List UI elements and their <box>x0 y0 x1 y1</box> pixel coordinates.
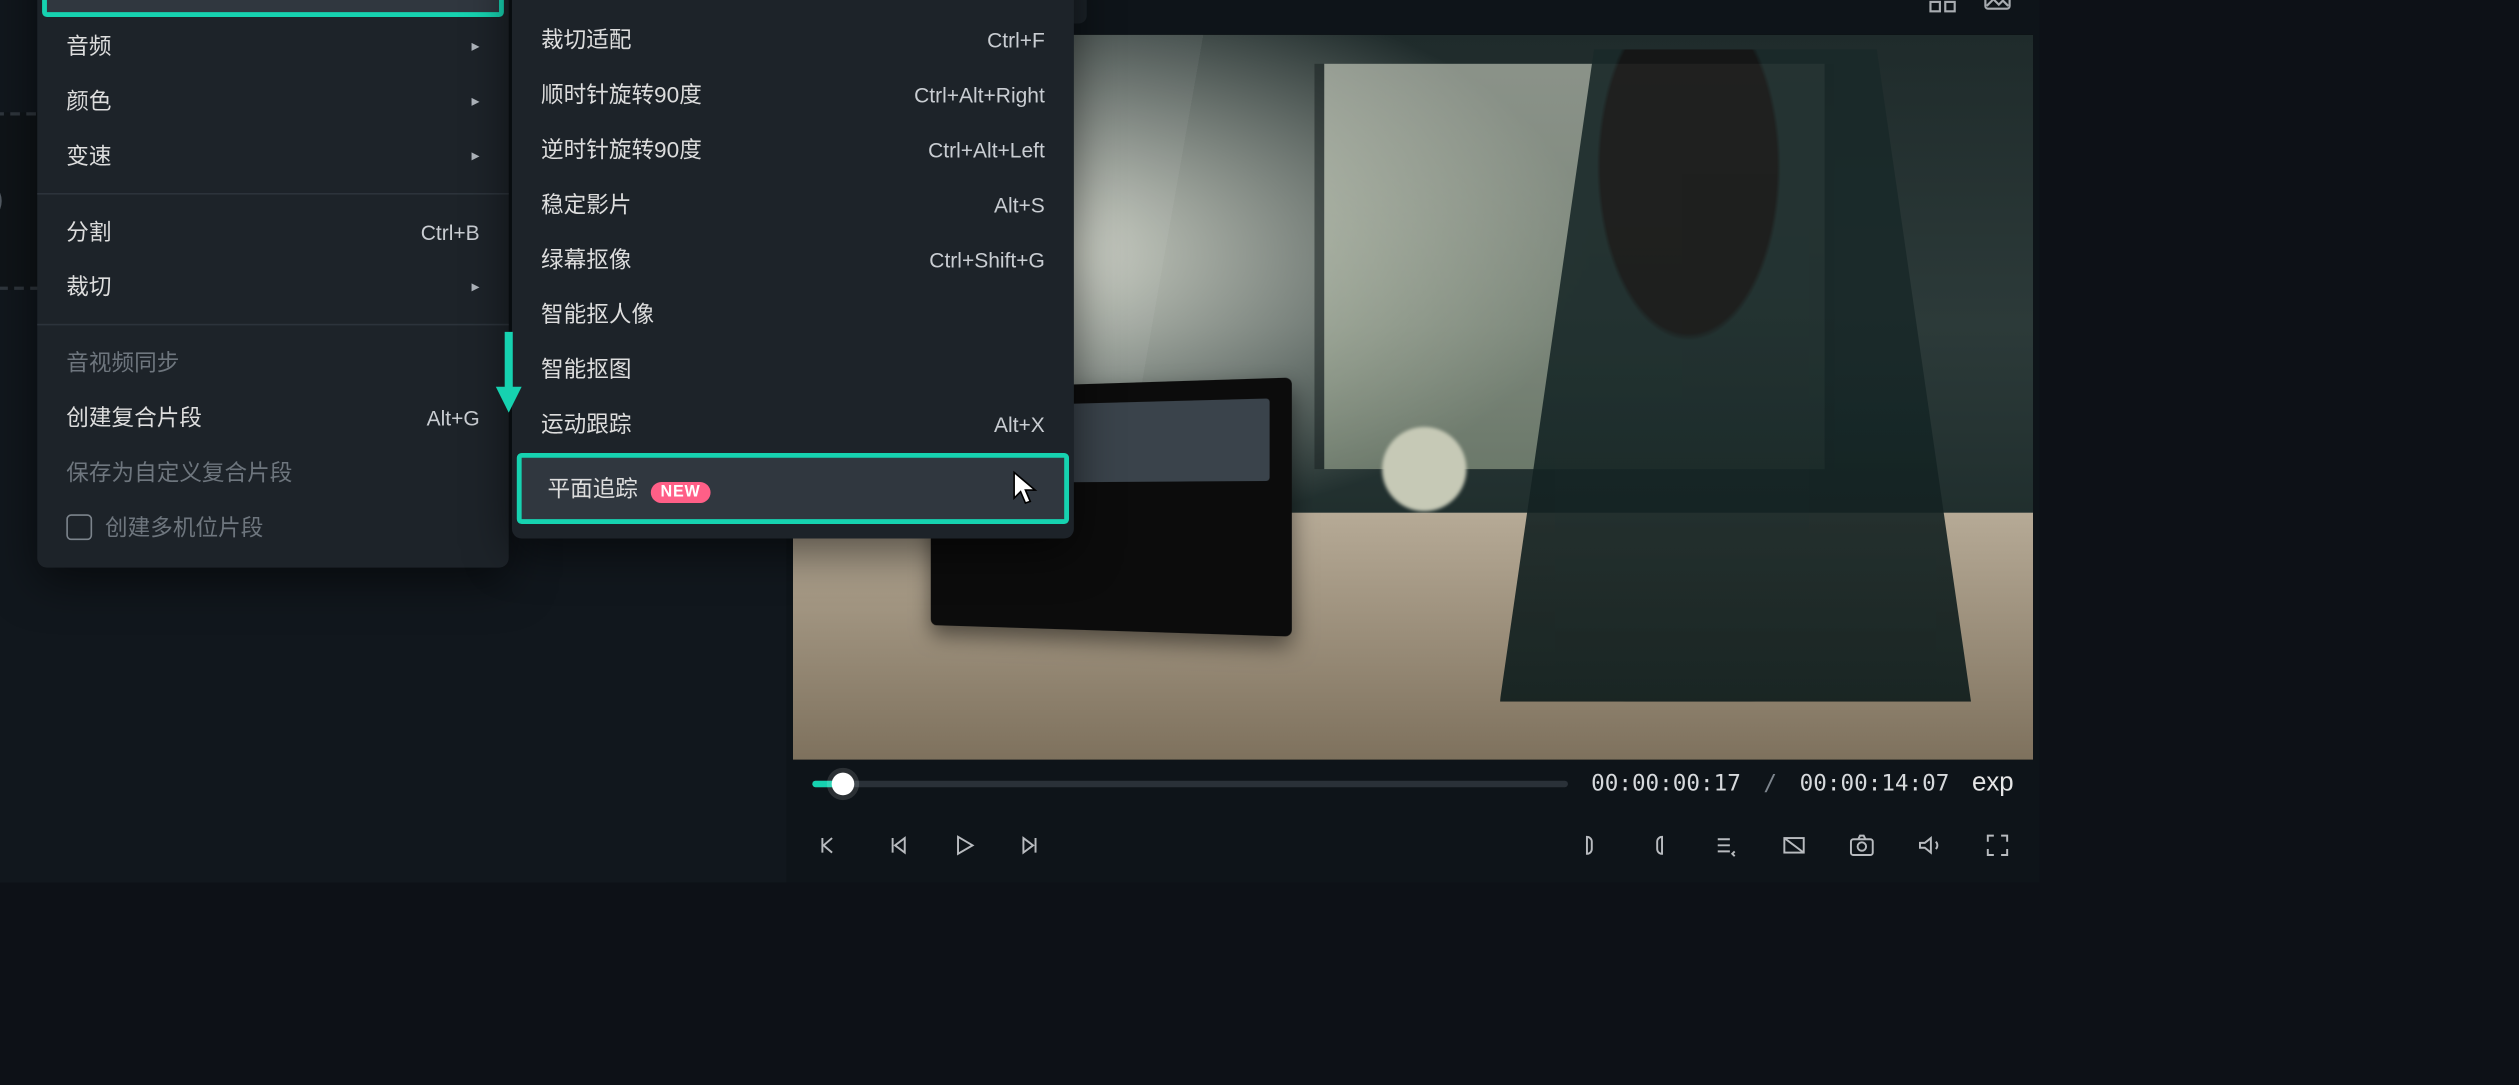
time-sep: / <box>1763 771 1777 797</box>
dd-rotate-cw[interactable]: 顺时针旋转90度Ctrl+Alt+Right <box>512 67 1074 122</box>
dd-stabilize[interactable]: 稳定影片Alt+S <box>512 177 1074 232</box>
list-icon[interactable] <box>1710 829 1742 861</box>
dd-greenscreen[interactable]: 绿幕抠像Ctrl+Shift+G <box>512 232 1074 287</box>
progress-bar[interactable] <box>812 781 1568 787</box>
mark-in-icon[interactable] <box>1574 829 1606 861</box>
time-duration: 00:00:14:07 <box>1800 771 1950 797</box>
mark-out-icon[interactable] <box>1642 829 1674 861</box>
dd-ai-cutout[interactable]: 智能抠图 <box>512 342 1074 397</box>
new-badge: NEW <box>651 482 710 503</box>
dd-multicam: 创建多机位片段 <box>37 500 508 555</box>
grid-view-icon[interactable] <box>1926 0 1958 15</box>
volume-icon[interactable] <box>1914 829 1946 861</box>
dd-av-sync: 音视频同步 <box>37 335 508 390</box>
fullscreen-icon[interactable] <box>1981 829 2013 861</box>
player-controls <box>786 808 2039 882</box>
dd-crop[interactable]: 裁切▸ <box>37 259 508 314</box>
progress-row: 00:00:00:17 / 00:00:14:07 exp <box>786 760 2039 808</box>
dd-video[interactable]: 视频▸ <box>42 0 504 17</box>
dd-motion-track[interactable]: 运动跟踪Alt+X <box>512 396 1074 451</box>
dd-create-compound[interactable]: 创建复合片段Alt+G <box>37 390 508 445</box>
tools-menu-dropdown: 选择全部文本 视频▸ 音频▸ 颜色▸ 变速▸ 分割Ctrl+B 裁切▸ 音视频同… <box>37 0 508 568</box>
step-forward-icon[interactable] <box>1016 829 1048 861</box>
step-back-icon[interactable] <box>880 829 912 861</box>
picture-icon[interactable] <box>1981 0 2013 15</box>
prev-frame-icon[interactable] <box>812 829 844 861</box>
progress-knob[interactable] <box>831 773 854 796</box>
video-submenu-dropdown: 裁剪和缩放Alt+C 裁切适配Ctrl+F 顺时针旋转90度Ctrl+Alt+R… <box>512 0 1074 539</box>
snapshot-icon[interactable] <box>1846 829 1878 861</box>
dd-rotate-ccw[interactable]: 逆时针旋转90度Ctrl+Alt+Left <box>512 122 1074 177</box>
dd-audio[interactable]: 音频▸ <box>37 19 508 74</box>
plus-icon: + <box>0 180 2 222</box>
dd-planar-track[interactable]: 平面追踪NEW <box>517 453 1069 524</box>
dd-fit[interactable]: 裁切适配Ctrl+F <box>512 12 1074 67</box>
dd-split[interactable]: 分割Ctrl+B <box>37 204 508 259</box>
dd-color[interactable]: 颜色▸ <box>37 73 508 128</box>
multicam-icon <box>66 514 92 540</box>
cursor-icon <box>1013 471 1039 507</box>
dd-crop-zoom[interactable]: 裁剪和缩放Alt+C <box>512 0 1074 12</box>
dd-save-compound: 保存为自定义复合片段 <box>37 445 508 500</box>
ratio-icon[interactable] <box>1778 829 1810 861</box>
dd-speed[interactable]: 变速▸ <box>37 128 508 183</box>
play-icon[interactable] <box>948 829 980 861</box>
time-current: 00:00:00:17 <box>1591 771 1741 797</box>
dd-ai-portrait[interactable]: 智能抠人像 <box>512 287 1074 342</box>
